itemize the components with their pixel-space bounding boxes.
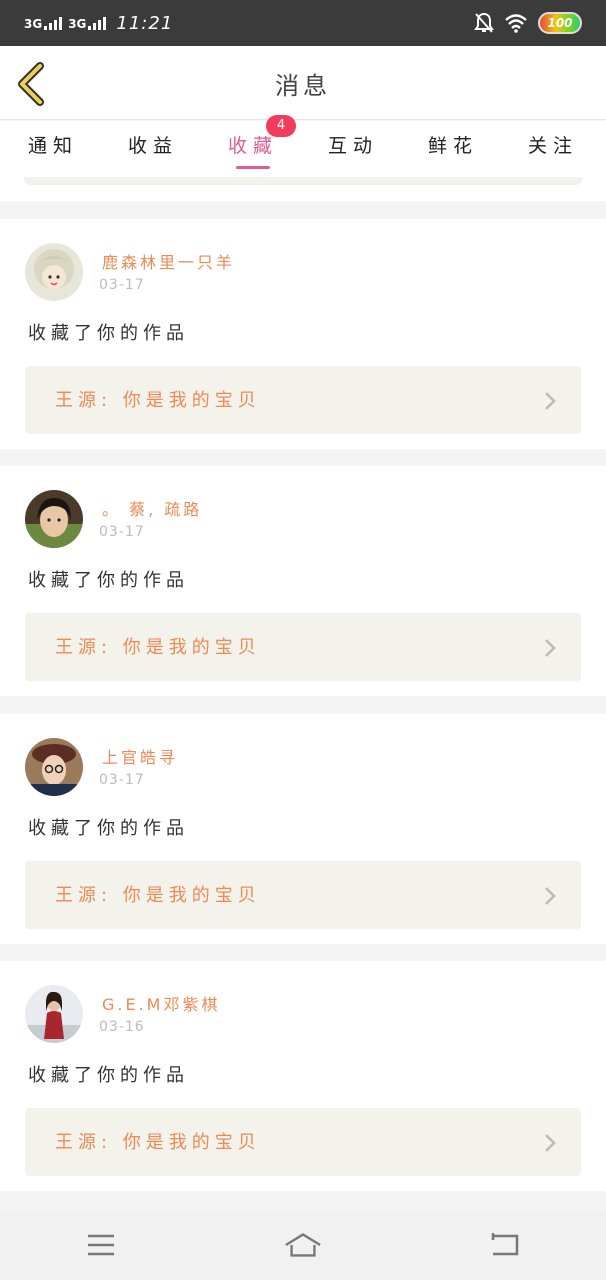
partial-work-card: [24, 177, 582, 185]
username[interactable]: 鹿森林里一只羊: [102, 249, 235, 273]
home-button[interactable]: [283, 1230, 323, 1260]
tab-favorites[interactable]: 收藏 4: [218, 115, 296, 177]
menu-button[interactable]: [81, 1230, 121, 1260]
active-tab-indicator: [236, 166, 270, 169]
avatar-image: [25, 490, 83, 548]
username[interactable]: 。 蔡, 疏路: [102, 496, 202, 520]
system-nav-bar: [0, 1210, 606, 1280]
page-title: 消息: [275, 72, 331, 100]
tab-label: 互动: [327, 135, 378, 157]
tab-label: 收益: [127, 135, 178, 157]
work-title: 王源: 你是我的宝贝: [55, 637, 261, 658]
username[interactable]: 上官皓寻: [102, 744, 178, 768]
chevron-right-icon: [545, 392, 556, 410]
tab-label: 通知: [27, 135, 78, 157]
signal-icon: [88, 16, 107, 30]
action-text: 收藏了你的作品: [28, 323, 189, 344]
home-icon: [285, 1233, 321, 1257]
unread-badge: 4: [266, 115, 296, 137]
tab-earnings[interactable]: 收益: [118, 121, 188, 177]
work-link[interactable]: 王源: 你是我的宝贝: [25, 861, 581, 929]
action-text: 收藏了你的作品: [28, 570, 189, 591]
back-nav-button[interactable]: [485, 1230, 525, 1260]
avatar[interactable]: [25, 490, 83, 548]
header: 消息: [0, 46, 606, 120]
back-icon: [491, 1233, 519, 1256]
list-item: 。 蔡, 疏路 03-17 收藏了你的作品 王源: 你是我的宝贝: [0, 466, 606, 696]
timestamp: 03-17: [99, 524, 145, 540]
chevron-right-icon: [545, 1134, 556, 1152]
battery-icon: 100: [538, 12, 582, 34]
list-item: 上官皓寻 03-17 收藏了你的作品 王源: 你是我的宝贝: [0, 714, 606, 944]
avatar-image: [25, 985, 83, 1043]
signal-1: 3G: [24, 16, 63, 31]
work-title: 王源: 你是我的宝贝: [55, 885, 261, 906]
action-text: 收藏了你的作品: [28, 818, 189, 839]
work-title: 王源: 你是我的宝贝: [55, 390, 261, 411]
avatar[interactable]: [25, 738, 83, 796]
mute-bell-icon: [474, 12, 494, 33]
tab-interactions[interactable]: 互动: [318, 121, 388, 177]
tab-flowers[interactable]: 鲜花: [418, 121, 488, 177]
menu-icon: [88, 1234, 114, 1256]
timestamp: 03-16: [99, 1019, 145, 1035]
clock: 11:21: [116, 12, 174, 34]
network-type-2: 3G: [68, 17, 87, 31]
avatar-image: [25, 243, 83, 301]
avatar[interactable]: [25, 985, 83, 1043]
partial-card: [0, 177, 606, 201]
work-link[interactable]: 王源: 你是我的宝贝: [25, 366, 581, 434]
list-item: 鹿森林里一只羊 03-17 收藏了你的作品 王源: 你是我的宝贝: [0, 219, 606, 449]
chevron-right-icon: [545, 639, 556, 657]
tab-following[interactable]: 关注: [518, 121, 588, 177]
avatar-image: [25, 738, 83, 796]
network-type-1: 3G: [24, 17, 43, 31]
work-link[interactable]: 王源: 你是我的宝贝: [25, 1108, 581, 1176]
avatar[interactable]: [25, 243, 83, 301]
signal-icon: [44, 16, 63, 30]
tab-label: 收藏: [227, 135, 278, 157]
list-item: G.E.M邓紫棋 03-16 收藏了你的作品 王源: 你是我的宝贝: [0, 961, 606, 1191]
action-text: 收藏了你的作品: [28, 1065, 189, 1086]
timestamp: 03-17: [99, 277, 145, 293]
timestamp: 03-17: [99, 772, 145, 788]
tab-label: 关注: [527, 135, 578, 157]
work-link[interactable]: 王源: 你是我的宝贝: [25, 613, 581, 681]
username[interactable]: G.E.M邓紫棋: [102, 991, 221, 1015]
wifi-icon: [505, 14, 527, 33]
tab-label: 鲜花: [427, 135, 478, 157]
signal-2: 3G: [68, 16, 107, 31]
status-bar: 3G 3G 11:21 100: [0, 0, 606, 46]
work-title: 王源: 你是我的宝贝: [55, 1132, 261, 1153]
chevron-right-icon: [545, 887, 556, 905]
tab-bar: 通知 收益 收藏 4 互动 鲜花 关注: [0, 115, 606, 177]
tab-notifications[interactable]: 通知: [18, 121, 88, 177]
